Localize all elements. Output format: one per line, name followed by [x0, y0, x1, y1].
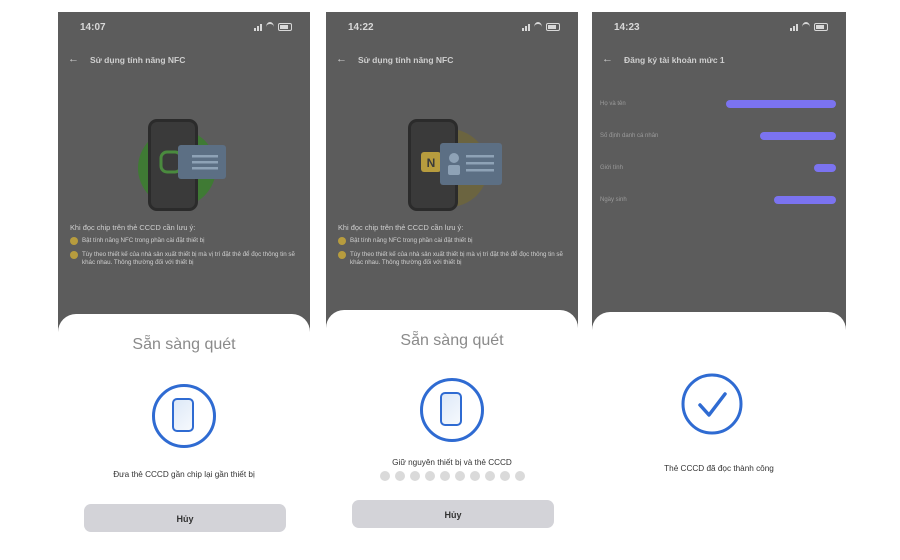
back-arrow-icon[interactable]: ←: [336, 53, 347, 65]
info-row: Giới tính: [592, 152, 846, 184]
field-label: Giới tính: [600, 165, 623, 171]
success-bottom-sheet: Thẻ CCCD đã đọc thành công: [592, 312, 846, 550]
scan-bottom-sheet: Sẵn sàng quét Đưa thẻ CCCD gần chip lại …: [58, 314, 310, 550]
nav-title: Sử dụng tính năng NFC: [358, 55, 454, 65]
phone-screen-2: 14:22 ← Sử dụng tính năng NFC N Khi đọc …: [326, 12, 578, 550]
nav-bar: ← Đăng ký tài khoản mức 1: [592, 52, 846, 72]
field-label: Họ và tên: [600, 101, 626, 107]
progress-dot: [394, 471, 405, 481]
id-card-illustration-icon: [178, 145, 226, 179]
redacted-value: [760, 132, 836, 140]
id-card-illustration-icon: [440, 143, 502, 185]
wifi-icon: [534, 22, 542, 32]
field-label: Ngày sinh: [600, 197, 627, 203]
bullet-icon: [338, 237, 346, 245]
progress-dot: [499, 471, 510, 481]
nfc-notes: Khi đọc chip trên thẻ CCCD cần lưu ý: Bậ…: [70, 224, 300, 273]
phone-screen-1: 14:07 ← Sử dụng tính năng NFC Khi đọc ch…: [58, 12, 310, 550]
status-icons: [522, 22, 560, 32]
note-text: Tùy theo thiết kế của nhà sản xuất thiết…: [82, 251, 295, 266]
personal-info-list: Họ và tên Số định danh cá nhân Giới tính…: [592, 88, 846, 216]
notes-heading: Khi đọc chip trên thẻ CCCD cần lưu ý:: [338, 223, 464, 232]
signal-icon: [522, 23, 530, 31]
progress-dot: [484, 471, 495, 481]
back-arrow-icon[interactable]: ←: [68, 53, 79, 65]
status-time: 14:23: [614, 22, 640, 33]
note-text: Bật tính năng NFC trong phần cài đặt thi…: [82, 237, 205, 244]
progress-dot: [454, 471, 465, 481]
note-item: Tùy theo thiết kế của nhà sản xuất thiết…: [338, 251, 568, 267]
svg-text:N: N: [427, 156, 436, 170]
phone-scan-icon: [152, 384, 216, 448]
info-row: Số định danh cá nhân: [592, 120, 846, 152]
note-text: Bật tính năng NFC trong phần cài đặt thi…: [350, 237, 473, 244]
phone-scan-icon: [420, 378, 484, 442]
note-item: Bật tính năng NFC trong phần cài đặt thi…: [70, 237, 300, 245]
status-bar: 14:07: [58, 12, 310, 46]
nfc-notes: Khi đọc chip trên thẻ CCCD cần lưu ý: Bậ…: [338, 224, 568, 273]
battery-icon: [814, 23, 828, 31]
notes-heading: Khi đọc chip trên thẻ CCCD cần lưu ý:: [70, 223, 196, 232]
status-time: 14:22: [348, 22, 374, 33]
bullet-icon: [70, 237, 78, 245]
note-item: Bật tính năng NFC trong phần cài đặt thi…: [338, 237, 568, 245]
redacted-value: [814, 164, 836, 172]
nav-title: Đăng ký tài khoản mức 1: [624, 55, 725, 65]
sheet-title: Sẵn sàng quét: [132, 336, 236, 353]
redacted-value: [774, 196, 836, 204]
scan-bottom-sheet: Sẵn sàng quét Giữ nguyên thiết bị và thẻ…: [326, 310, 578, 550]
battery-icon: [278, 23, 292, 31]
bullet-icon: [70, 251, 78, 259]
progress-dot: [379, 471, 390, 481]
cancel-button[interactable]: Hủy: [352, 500, 554, 528]
back-arrow-icon[interactable]: ←: [602, 53, 613, 65]
cancel-button[interactable]: Hủy: [84, 504, 286, 532]
progress-dot: [439, 471, 450, 481]
status-bar: 14:22: [326, 12, 578, 46]
success-message: Thẻ CCCD đã đọc thành công: [664, 464, 774, 473]
battery-icon: [546, 23, 560, 31]
progress-dot: [514, 471, 525, 481]
info-row: Ngày sinh: [592, 184, 846, 216]
wifi-icon: [266, 22, 274, 32]
redacted-value: [726, 100, 836, 108]
sheet-message: Đưa thẻ CCCD gần chip lại gần thiết bị: [113, 470, 255, 479]
status-time: 14:07: [80, 22, 106, 33]
progress-dots: [326, 471, 578, 481]
sheet-message: Giữ nguyên thiết bị và thẻ CCCD: [392, 458, 512, 467]
phone-screen-3: 14:23 ← Đăng ký tài khoản mức 1 Họ và tê…: [592, 12, 846, 550]
note-text: Tùy theo thiết kế của nhà sản xuất thiết…: [350, 251, 563, 266]
nfc-illustration: N: [388, 107, 518, 227]
bullet-icon: [338, 251, 346, 259]
nav-title: Sử dụng tính năng NFC: [90, 55, 186, 65]
status-icons: [254, 22, 292, 32]
nav-bar: ← Sử dụng tính năng NFC: [326, 52, 578, 72]
wifi-icon: [802, 22, 810, 32]
nfc-illustration: [128, 107, 258, 227]
status-icons: [790, 22, 828, 32]
info-row: Họ và tên: [592, 88, 846, 120]
progress-dot: [424, 471, 435, 481]
signal-icon: [254, 23, 262, 31]
status-bar: 14:23: [592, 12, 846, 46]
field-label: Số định danh cá nhân: [600, 133, 659, 139]
sheet-title: Sẵn sàng quét: [400, 332, 504, 349]
nav-bar: ← Sử dụng tính năng NFC: [58, 52, 310, 72]
signal-icon: [790, 23, 798, 31]
note-item: Tùy theo thiết kế của nhà sản xuất thiết…: [70, 251, 300, 267]
progress-dot: [409, 471, 420, 481]
check-circle-icon: [681, 373, 743, 435]
progress-dot: [469, 471, 480, 481]
